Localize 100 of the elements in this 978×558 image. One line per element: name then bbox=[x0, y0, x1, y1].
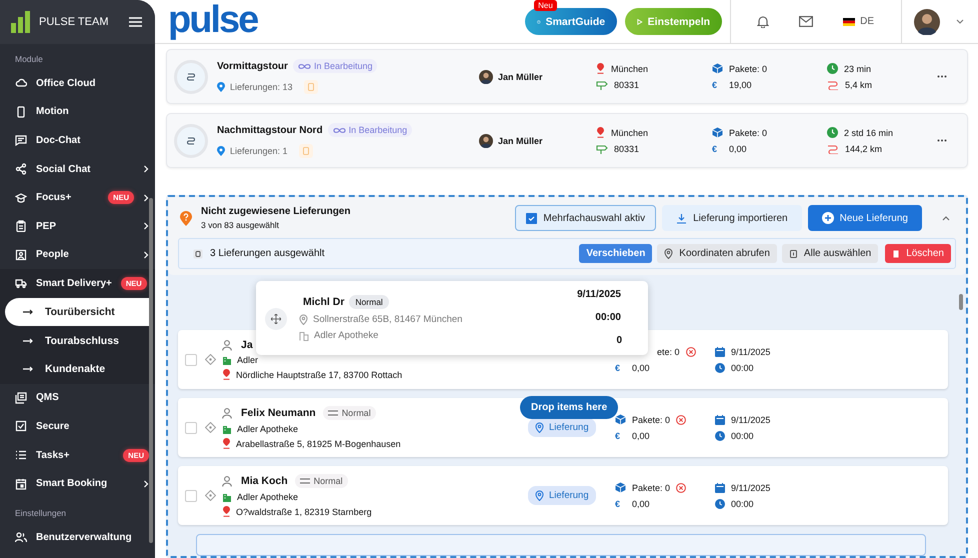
nav-item[interactable]: Smart Booking bbox=[0, 469, 155, 498]
coordinates-button[interactable]: Koordinaten abrufen bbox=[657, 244, 777, 263]
chevron-icon bbox=[143, 250, 149, 259]
person-icon bbox=[222, 476, 232, 486]
selection-count: 3 von 83 ausgewählt bbox=[201, 220, 280, 230]
document-icon bbox=[304, 80, 318, 94]
nav-item[interactable]: Doc-Chat bbox=[0, 126, 155, 155]
map-pin-icon bbox=[222, 438, 231, 449]
euro-icon: € bbox=[615, 431, 626, 441]
checkbox[interactable] bbox=[185, 490, 197, 502]
route-icon bbox=[174, 60, 208, 94]
package-count: ete: 0 bbox=[657, 346, 680, 356]
submenu-item[interactable]: Tourübersicht bbox=[5, 298, 151, 326]
submenu-item[interactable]: Kundenakte bbox=[5, 354, 151, 384]
tour-card[interactable]: Nachmittagstour Nord In Bearbeitung Lieferungen: 1 Jan Müller München 80331 Pakete: 0 € 0,00 2 std 16 min 144,2 km bbox=[166, 113, 968, 168]
move-button[interactable]: Verschieben bbox=[579, 244, 652, 263]
pin-icon bbox=[299, 314, 308, 325]
customer-name: Michl Dr bbox=[303, 296, 344, 308]
cap-icon bbox=[15, 192, 27, 204]
smartguide-button[interactable]: SmartGuide bbox=[525, 8, 618, 35]
time: 00:00 bbox=[595, 312, 621, 323]
trash-icon bbox=[892, 249, 900, 258]
more-icon[interactable] bbox=[937, 139, 947, 142]
priority-badge: Normal bbox=[322, 406, 376, 420]
target-icon[interactable] bbox=[205, 490, 216, 501]
plus-icon bbox=[822, 212, 834, 224]
language-selector[interactable]: DE bbox=[843, 16, 874, 27]
chevron-icon[interactable] bbox=[956, 19, 964, 24]
target-icon[interactable] bbox=[205, 422, 216, 433]
person-icon bbox=[222, 340, 232, 350]
drag-preview-tooltip[interactable]: Michl Dr Normal Sollnerstraße 65B, 81467 München Adler Apotheke 9/11/2025 00:00 0 bbox=[256, 281, 648, 355]
select-all-button[interactable]: Alle auswählen bbox=[782, 244, 878, 263]
delivery-card[interactable]: Mia Koch Normal Adler Apotheke O?waldstraße 1, 82319 Starnberg Lieferung Pakete: 0 € 0,00 9/11/2025 00:00 bbox=[178, 466, 948, 525]
status-badge: In Bearbeitung bbox=[328, 123, 412, 137]
date: 9/11/2025 bbox=[731, 482, 770, 492]
building-icon bbox=[222, 424, 232, 434]
pharmacy-name: Adler Apotheke bbox=[314, 330, 378, 341]
scrollbar[interactable] bbox=[959, 294, 963, 310]
target-icon[interactable] bbox=[205, 354, 216, 365]
nav-item[interactable]: Office Cloud bbox=[0, 69, 155, 98]
avatar-icon[interactable] bbox=[914, 8, 940, 34]
route-icon bbox=[827, 80, 839, 90]
delete-button[interactable]: Löschen bbox=[885, 244, 951, 263]
nav-item[interactable]: Secure bbox=[0, 412, 155, 441]
nav-item[interactable]: People bbox=[0, 240, 155, 270]
customer-name: Mia Koch bbox=[241, 475, 288, 487]
new-delivery-button[interactable]: Neue Lieferung bbox=[808, 205, 922, 231]
package-count: Pakete: 0 bbox=[729, 64, 768, 74]
nav-item[interactable]: PEP bbox=[0, 212, 155, 241]
price: 0,00 bbox=[632, 431, 650, 441]
nav-item[interactable]: Motion bbox=[0, 98, 155, 126]
flag-icon bbox=[843, 18, 856, 26]
nav-item[interactable]: Benutzerverwaltung bbox=[0, 522, 155, 552]
multi-select-toggle[interactable]: Mehrfachauswahl aktiv bbox=[515, 205, 656, 231]
map-pin-icon bbox=[222, 369, 231, 380]
delivery-type-badge: Lieferung bbox=[528, 418, 596, 437]
mail-icon[interactable] bbox=[799, 16, 814, 27]
tour-name: Nachmittagstour Nord bbox=[217, 124, 323, 136]
menu-icon[interactable] bbox=[129, 17, 142, 27]
avatar-icon bbox=[479, 70, 493, 84]
route-icon bbox=[827, 144, 839, 154]
clock-icon bbox=[827, 63, 838, 74]
chevron-icon[interactable] bbox=[942, 216, 950, 220]
panel-title: Nicht zugewiesene Lieferungen bbox=[201, 206, 350, 217]
duration: 23 min bbox=[844, 64, 872, 74]
close-icon bbox=[686, 346, 696, 356]
pharmacy-name: Adler bbox=[237, 355, 258, 365]
more-icon[interactable] bbox=[937, 75, 947, 78]
distance: 144,2 km bbox=[845, 144, 882, 154]
price: 0,00 bbox=[729, 144, 747, 154]
section-label: Module bbox=[14, 53, 44, 66]
nav-item[interactable]: QMS bbox=[0, 384, 155, 412]
customer-name: Felix Neumann bbox=[241, 407, 316, 419]
building-icon bbox=[299, 330, 309, 340]
checkbox[interactable] bbox=[185, 422, 197, 434]
scrollbar[interactable] bbox=[149, 198, 153, 543]
bell-icon[interactable] bbox=[757, 15, 770, 28]
tour-card[interactable]: Vormittagstour In Bearbeitung Lieferungen: 13 Jan Müller München 80331 Pakete: 0 € 19,00 23 min 5,4 km bbox=[166, 49, 968, 104]
section-label: Einstellungen bbox=[14, 506, 68, 520]
delivery-count: Lieferungen: 13 bbox=[230, 82, 293, 92]
submenu-item[interactable]: Tourabschluss bbox=[5, 326, 151, 355]
drag-handle-icon[interactable] bbox=[265, 308, 287, 330]
map-pin-icon bbox=[222, 506, 231, 517]
import-button[interactable]: Lieferung importieren bbox=[662, 205, 802, 231]
pin-question-icon bbox=[180, 210, 192, 226]
clock-icon bbox=[827, 127, 838, 138]
duration: 2 std 16 min bbox=[844, 128, 894, 138]
checkbox[interactable] bbox=[185, 354, 197, 366]
euro-icon: € bbox=[615, 499, 626, 509]
package-count: Pakete: 0 bbox=[632, 414, 670, 424]
calendar-icon bbox=[715, 414, 725, 424]
package-icon bbox=[615, 414, 626, 425]
person-icon bbox=[15, 248, 27, 261]
delivery-type-badge: Lieferung bbox=[528, 486, 596, 505]
arrow-icon bbox=[23, 309, 34, 316]
address: O?waldstraße 1, 82319 Starnberg bbox=[236, 506, 372, 516]
nav-item[interactable]: Social Chat bbox=[0, 154, 155, 184]
clip-icon bbox=[15, 220, 27, 232]
pin-icon bbox=[664, 248, 674, 259]
building-icon bbox=[222, 355, 232, 365]
